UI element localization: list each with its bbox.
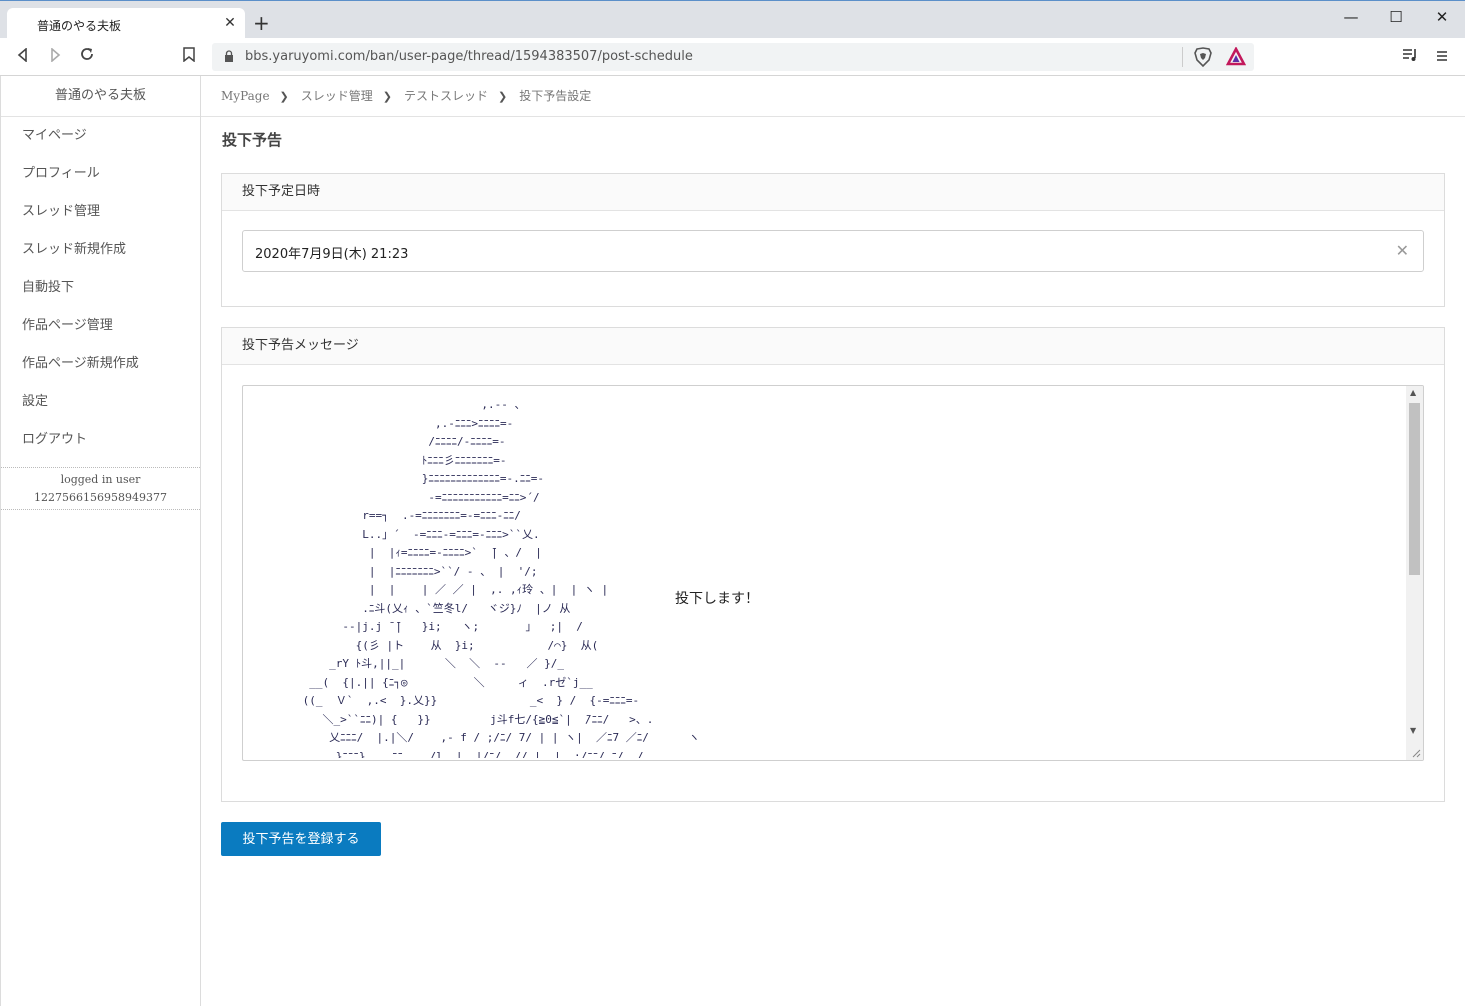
scroll-down-icon[interactable]: ▼ bbox=[1410, 726, 1416, 735]
page: 普通のやる夫板 マイページ プロフィール スレッド管理 スレッド新規作成 自動投… bbox=[0, 76, 1465, 1006]
address-bar[interactable]: bbs.yaruyomi.com/ban/user-page/thread/15… bbox=[212, 43, 1254, 71]
brave-shields-icon[interactable] bbox=[1192, 46, 1214, 68]
schedule-card: 投下予定日時 2020年7月9日(木) 21:23 ✕ bbox=[221, 173, 1445, 307]
breadcrumb-test-thread[interactable]: テストスレッド bbox=[404, 89, 488, 103]
brave-rewards-icon[interactable] bbox=[1226, 47, 1246, 67]
message-textarea[interactable]: ,.-‐ 、 ,.-ﾆﾆﾆ>ﾆﾆﾆﾆ=- /ﾆﾆﾆﾆ/-ﾆﾆﾆﾆ=- ﾄﾆﾆﾆ彡… bbox=[242, 385, 1424, 761]
logged-in-caption: logged in user bbox=[60, 473, 141, 486]
sidebar-item-auto-post[interactable]: 自動投下 bbox=[1, 269, 200, 307]
chevron-right-icon: ❯ bbox=[382, 90, 392, 103]
resize-grip-icon[interactable] bbox=[1411, 748, 1421, 758]
sidebar-menu: マイページ プロフィール スレッド管理 スレッド新規作成 自動投下 作品ページ管… bbox=[1, 117, 200, 459]
page-title: 投下予告 bbox=[222, 131, 283, 149]
sidebar-item-mypage[interactable]: マイページ bbox=[1, 117, 200, 155]
lock-icon bbox=[225, 50, 233, 62]
browser-tab[interactable]: 普通のやる夫板 ✕ bbox=[7, 8, 245, 39]
sidebar-item-thread-management[interactable]: スレッド管理 bbox=[1, 193, 200, 231]
main-content: MyPage ❯ スレッド管理 ❯ テストスレッド ❯ 投下予告設定 投下予告 投下予定日時… bbox=[201, 76, 1465, 1006]
sidebar-item-settings[interactable]: 設定 bbox=[1, 383, 200, 421]
maximize-icon[interactable]: ☐ bbox=[1386, 7, 1406, 27]
sidebar-brand[interactable]: 普通のやる夫板 bbox=[1, 76, 200, 117]
sidebar-item-work-page-management[interactable]: 作品ページ管理 bbox=[1, 307, 200, 345]
tab-close-icon[interactable]: ✕ bbox=[221, 14, 239, 32]
ascii-art-message: 投下します！ bbox=[675, 591, 759, 607]
back-icon[interactable] bbox=[12, 46, 34, 68]
forward-icon[interactable] bbox=[44, 46, 66, 68]
chevron-right-icon: ❯ bbox=[498, 90, 508, 103]
message-card-header: 投下予告メッセージ bbox=[222, 328, 1444, 365]
sidebar-item-logout[interactable]: ログアウト bbox=[1, 421, 200, 459]
breadcrumb-current: 投下予告設定 bbox=[519, 89, 592, 103]
reload-icon[interactable] bbox=[76, 46, 98, 68]
scroll-up-icon[interactable]: ▲ bbox=[1410, 388, 1416, 397]
browser-toolbar: bbs.yaruyomi.com/ban/user-page/thread/15… bbox=[0, 38, 1465, 76]
minimize-icon[interactable]: — bbox=[1341, 7, 1361, 27]
schedule-card-header: 投下予定日時 bbox=[222, 174, 1444, 211]
textarea-scrollbar[interactable]: ▲ ▼ bbox=[1406, 386, 1423, 760]
register-schedule-button[interactable]: 投下予告を登録する bbox=[221, 822, 381, 856]
window-close-icon[interactable]: ✕ bbox=[1432, 7, 1452, 27]
url-divider bbox=[1182, 47, 1183, 67]
breadcrumb-mypage[interactable]: MyPage bbox=[221, 89, 270, 103]
message-card: 投下予告メッセージ ,.-‐ 、 ,.-ﾆﾆﾆ>ﾆﾆﾆﾆ=- /ﾆﾆﾆﾆ/-ﾆﾆ… bbox=[221, 327, 1445, 802]
schedule-datetime-value: 2020年7月9日(木) 21:23 bbox=[255, 247, 409, 262]
sidebar-item-new-work-page[interactable]: 作品ページ新規作成 bbox=[1, 345, 200, 383]
bookmark-icon[interactable] bbox=[178, 46, 200, 68]
sidebar: 普通のやる夫板 マイページ プロフィール スレッド管理 スレッド新規作成 自動投… bbox=[0, 76, 201, 1006]
breadcrumb: MyPage ❯ スレッド管理 ❯ テストスレッド ❯ 投下予告設定 bbox=[201, 76, 1465, 117]
chevron-right-icon: ❯ bbox=[279, 90, 289, 103]
breadcrumb-thread-management[interactable]: スレッド管理 bbox=[301, 89, 373, 103]
clear-date-icon[interactable]: ✕ bbox=[1396, 241, 1409, 261]
logged-in-user-box: logged in user 1227566156958949377 bbox=[1, 467, 200, 510]
new-tab-button[interactable]: + bbox=[253, 13, 270, 33]
ascii-art-text: ,.-‐ 、 ,.-ﾆﾆﾆ>ﾆﾆﾆﾆ=- /ﾆﾆﾆﾆ/-ﾆﾆﾆﾆ=- ﾄﾆﾆﾆ彡… bbox=[302, 398, 700, 758]
url-text[interactable]: bbs.yaruyomi.com/ban/user-page/thread/15… bbox=[245, 49, 693, 64]
scrollbar-thumb[interactable] bbox=[1409, 403, 1420, 575]
menu-icon[interactable] bbox=[1432, 47, 1452, 67]
tab-title: 普通のやる夫板 bbox=[37, 19, 122, 33]
user-id: 1227566156958949377 bbox=[34, 491, 167, 504]
schedule-datetime-input[interactable]: 2020年7月9日(木) 21:23 ✕ bbox=[242, 230, 1424, 272]
media-playlist-icon[interactable] bbox=[1400, 47, 1420, 67]
sidebar-item-new-thread[interactable]: スレッド新規作成 bbox=[1, 231, 200, 269]
browser-tab-bar: 普通のやる夫板 ✕ + — ☐ ✕ bbox=[0, 0, 1465, 39]
sidebar-item-profile[interactable]: プロフィール bbox=[1, 155, 200, 193]
